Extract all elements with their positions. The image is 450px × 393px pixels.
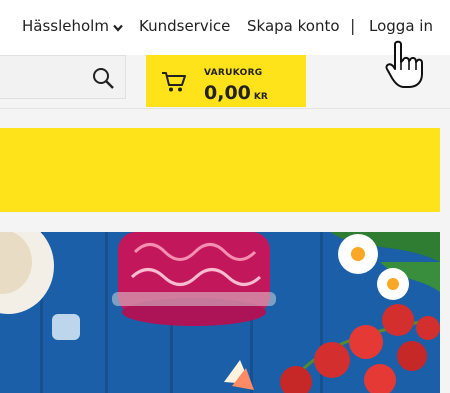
login-link[interactable]: Logga in	[369, 17, 433, 35]
hero-food-photo	[0, 232, 440, 393]
nav-separator: |	[350, 16, 356, 35]
chevron-down-icon	[113, 18, 123, 36]
cart-label: VARUKORG	[204, 68, 263, 78]
create-account-link[interactable]: Skapa konto	[247, 17, 340, 35]
cart-amount-value: 0,00	[204, 82, 251, 104]
store-location-label: Hässleholm	[22, 17, 109, 35]
hand-cursor-icon	[385, 40, 429, 94]
search-bar[interactable]	[0, 55, 126, 99]
cart-amount: 0,00 KR	[204, 82, 268, 104]
search-icon[interactable]	[92, 67, 114, 93]
header-divider	[0, 108, 450, 109]
shopping-cart-icon	[161, 71, 187, 97]
customer-service-link[interactable]: Kundservice	[139, 17, 230, 35]
cart-currency: KR	[253, 92, 268, 102]
cart-button[interactable]: VARUKORG 0,00 KR	[146, 55, 306, 107]
promo-banner[interactable]	[0, 128, 440, 212]
hero-image[interactable]	[0, 232, 440, 393]
top-navigation: Hässleholm Kundservice Skapa konto | Log…	[0, 0, 450, 55]
store-location-selector[interactable]: Hässleholm	[22, 17, 123, 36]
